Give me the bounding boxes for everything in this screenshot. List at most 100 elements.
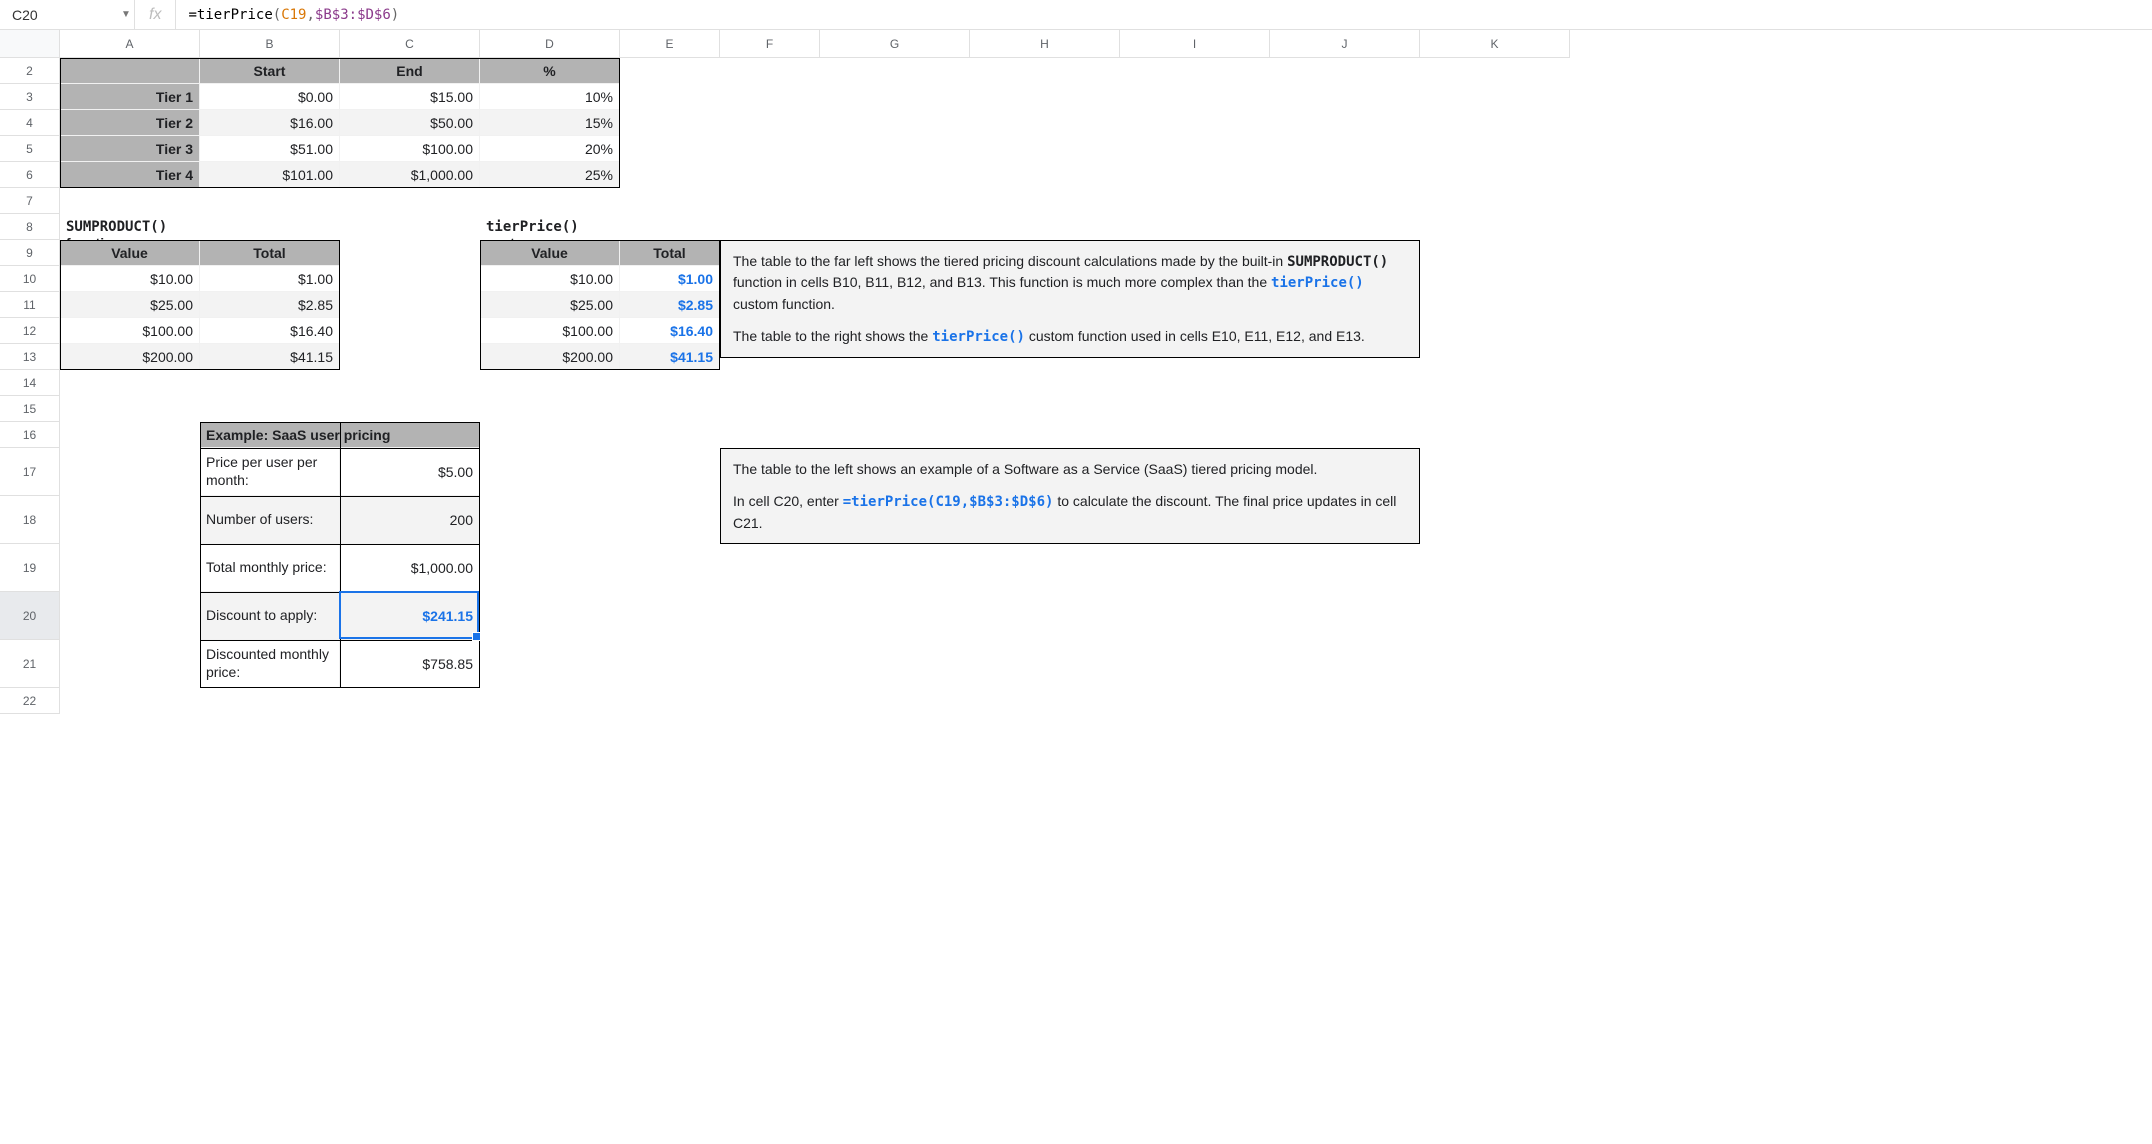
tier-start-3[interactable]: $51.00 [200,136,340,162]
column-header-H[interactable]: H [970,30,1120,58]
formula-eq: = [188,7,196,23]
formula-arg2: $B$3:$D$6 [315,7,391,23]
vt2-total-4[interactable]: $41.15 [620,344,720,370]
column-header-A[interactable]: A [60,30,200,58]
tier-pct-1[interactable]: 10% [480,84,620,110]
row-header-11[interactable]: 11 [0,292,60,318]
select-all-corner[interactable] [0,30,60,58]
column-header-D[interactable]: D [480,30,620,58]
row-header-8[interactable]: 8 [0,214,60,240]
vt2-hdr-total[interactable]: Total [620,240,720,266]
column-header-K[interactable]: K [1420,30,1570,58]
row-header-16[interactable]: 16 [0,422,60,448]
vt2-hdr-value[interactable]: Value [480,240,620,266]
column-header-F[interactable]: F [720,30,820,58]
tier-pct-3[interactable]: 20% [480,136,620,162]
tier-end-1[interactable]: $15.00 [340,84,480,110]
row-header-22[interactable]: 22 [0,688,60,714]
fx-icon[interactable]: fx [134,0,175,29]
vt2-value-4[interactable]: $200.00 [480,344,620,370]
vt1-total-4[interactable]: $41.15 [200,344,340,370]
tier-end-4[interactable]: $1,000.00 [340,162,480,188]
vt2-total-3[interactable]: $16.40 [620,318,720,344]
tier-header-end[interactable]: End [340,58,480,84]
vt1-hdr-value[interactable]: Value [60,240,200,266]
vt1-hdr-total[interactable]: Total [200,240,340,266]
saas-label-2[interactable]: Number of users: [200,496,340,544]
tier-start-1[interactable]: $0.00 [200,84,340,110]
row-header-3[interactable]: 3 [0,84,60,110]
tier-start-2[interactable]: $16.00 [200,110,340,136]
row-header-20[interactable]: 20 [0,592,60,640]
vt1-total-3[interactable]: $16.40 [200,318,340,344]
row-header-17[interactable]: 17 [0,448,60,496]
vt2-value-1[interactable]: $10.00 [480,266,620,292]
row-header-10[interactable]: 10 [0,266,60,292]
formula-close: ) [391,7,399,23]
column-header-G[interactable]: G [820,30,970,58]
tier-header-start[interactable]: Start [200,58,340,84]
tier-start-4[interactable]: $101.00 [200,162,340,188]
saas-value-1[interactable]: $5.00 [340,448,480,496]
formula-bar: ▼ fx =tierPrice(C19,$B$3:$D$6) [0,0,2152,30]
row-header-18[interactable]: 18 [0,496,60,544]
column-header-B[interactable]: B [200,30,340,58]
saas-value-2[interactable]: 200 [340,496,480,544]
row-header-9[interactable]: 9 [0,240,60,266]
row-header-19[interactable]: 19 [0,544,60,592]
tier-name-2[interactable]: Tier 2 [60,110,200,136]
tier-header-pct[interactable]: % [480,58,620,84]
row-header-7[interactable]: 7 [0,188,60,214]
tier-name-3[interactable]: Tier 3 [60,136,200,162]
formula-comma: , [306,7,314,23]
tier-end-3[interactable]: $100.00 [340,136,480,162]
saas-value-5[interactable]: $758.85 [340,640,480,688]
formula-open: ( [273,7,281,23]
vt2-value-2[interactable]: $25.00 [480,292,620,318]
name-box[interactable] [6,3,118,27]
vt1-total-1[interactable]: $1.00 [200,266,340,292]
row-header-6[interactable]: 6 [0,162,60,188]
row-header-15[interactable]: 15 [0,396,60,422]
vt1-value-4[interactable]: $200.00 [60,344,200,370]
name-box-dropdown[interactable]: ▼ [118,9,134,20]
vt2-total-1[interactable]: $1.00 [620,266,720,292]
tier-name-4[interactable]: Tier 4 [60,162,200,188]
tier-end-2[interactable]: $50.00 [340,110,480,136]
vt2-total-2[interactable]: $2.85 [620,292,720,318]
vt1-total-2[interactable]: $2.85 [200,292,340,318]
tier-name-1[interactable]: Tier 1 [60,84,200,110]
tier-pct-2[interactable]: 15% [480,110,620,136]
infobox-2: The table to the left shows an example o… [720,448,1420,544]
tier-header-blank[interactable] [60,58,200,84]
saas-value-3[interactable]: $1,000.00 [340,544,480,592]
column-header-I[interactable]: I [1120,30,1270,58]
vt1-value-2[interactable]: $25.00 [60,292,200,318]
column-header-C[interactable]: C [340,30,480,58]
infobox-1: The table to the far left shows the tier… [720,240,1420,358]
column-header-E[interactable]: E [620,30,720,58]
saas-label-3[interactable]: Total monthly price: [200,544,340,592]
formula-input[interactable]: =tierPrice(C19,$B$3:$D$6) [175,0,2146,29]
row-header-14[interactable]: 14 [0,370,60,396]
saas-label-4[interactable]: Discount to apply: [200,592,340,640]
row-header-2[interactable]: 2 [0,58,60,84]
column-header-J[interactable]: J [1270,30,1420,58]
formula-fn: tierPrice [197,7,273,23]
saas-label-5[interactable]: Discounted monthly price: [200,640,340,688]
vt1-value-3[interactable]: $100.00 [60,318,200,344]
column-headers: ABCDEFGHIJK [60,30,1570,58]
tier-pct-4[interactable]: 25% [480,162,620,188]
row-headers: 2345678910111213141516171819202122 [0,58,60,714]
row-header-13[interactable]: 13 [0,344,60,370]
vt2-value-3[interactable]: $100.00 [480,318,620,344]
row-header-12[interactable]: 12 [0,318,60,344]
row-header-4[interactable]: 4 [0,110,60,136]
formula-arg1: C19 [281,7,306,23]
saas-value-4[interactable]: $241.15 [340,592,480,640]
saas-label-1[interactable]: Price per user per month: [200,448,340,496]
row-header-5[interactable]: 5 [0,136,60,162]
vt1-value-1[interactable]: $10.00 [60,266,200,292]
row-header-21[interactable]: 21 [0,640,60,688]
saas-title[interactable]: Example: SaaS user pricing [200,422,480,448]
